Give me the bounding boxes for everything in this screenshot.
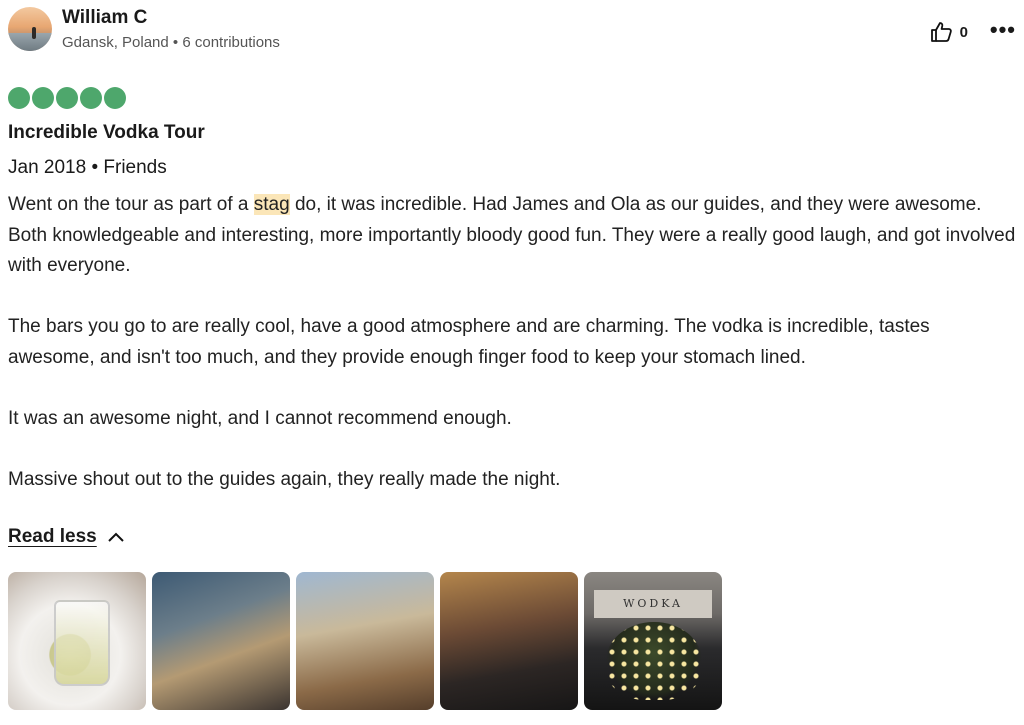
author-contributions: 6 contributions <box>182 34 280 51</box>
photo-mural[interactable] <box>296 572 434 710</box>
thumbs-up-icon <box>930 22 952 42</box>
review-body: Went on the tour as part of a stag do, i… <box>8 190 1020 526</box>
author-location: Gdansk, Poland <box>62 34 169 51</box>
author-name[interactable]: William C <box>62 7 147 29</box>
glass-shape <box>54 600 110 686</box>
avatar[interactable] <box>8 7 52 51</box>
paragraph-text: Went on the tour as part of a <box>8 194 254 215</box>
review-paragraph: It was an awesome night, and I cannot re… <box>8 407 512 429</box>
rating-bubble <box>56 87 78 109</box>
read-less-label: Read less <box>8 526 97 547</box>
review-header: William C Gdansk, Poland • 6 contributio… <box>8 7 1018 55</box>
chevron-up-icon <box>108 532 124 542</box>
review-photos: WODKA <box>8 572 722 710</box>
highlighted-keyword: stag <box>253 194 290 215</box>
avatar-figure <box>32 27 36 39</box>
avatar-sea <box>8 33 52 51</box>
photo-vodka-glass[interactable] <box>8 572 146 710</box>
helpful-vote-button[interactable]: 0 <box>930 21 968 43</box>
rating-bubble <box>32 87 54 109</box>
meta-separator: • <box>172 34 183 51</box>
christmas-tree <box>606 622 702 700</box>
photo-wodka-cafe[interactable]: WODKA <box>584 572 722 710</box>
cafe-sign: WODKA <box>594 590 712 618</box>
more-options-icon[interactable]: ••• <box>990 19 1016 41</box>
author-meta: Gdansk, Poland • 6 contributions <box>62 34 280 52</box>
review-paragraph: The bars you go to are really cool, have… <box>8 316 930 368</box>
rating-bubble <box>8 87 30 109</box>
rating-bubble <box>104 87 126 109</box>
photo-guests-selfie[interactable] <box>440 572 578 710</box>
bubble-rating <box>8 87 126 109</box>
review-date-trip-type: Jan 2018 • Friends <box>8 157 167 178</box>
rating-bubble <box>80 87 102 109</box>
review-paragraph: Massive shout out to the guides again, t… <box>8 468 561 490</box>
photo-bar-crowd[interactable] <box>152 572 290 710</box>
helpful-count: 0 <box>959 23 968 41</box>
review-paragraph: Went on the tour as part of a stag do, i… <box>8 190 1020 282</box>
review-title[interactable]: Incredible Vodka Tour <box>8 121 205 145</box>
read-less-button[interactable]: Read less <box>8 526 125 548</box>
